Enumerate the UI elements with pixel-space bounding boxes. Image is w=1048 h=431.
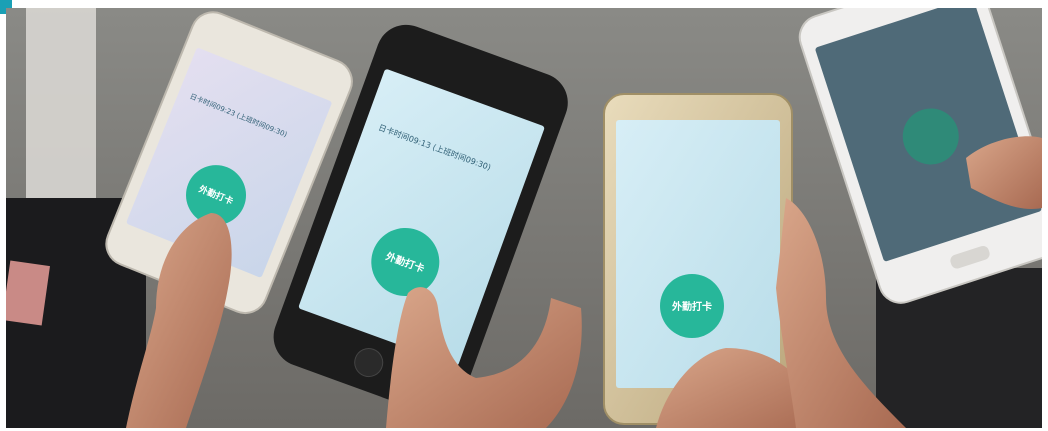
top-border [0,0,1048,8]
phone-gold-button-label: 外勤打卡 [671,300,712,313]
photo-frame: 日卡时间09:23 (上班时间09:30) 外勤打卡 日卡时间09:13 (上班… [0,0,1048,431]
photo: 日卡时间09:23 (上班时间09:30) 外勤打卡 日卡时间09:13 (上班… [6,8,1042,428]
photo-illustration: 日卡时间09:23 (上班时间09:30) 外勤打卡 日卡时间09:13 (上班… [6,8,1042,428]
